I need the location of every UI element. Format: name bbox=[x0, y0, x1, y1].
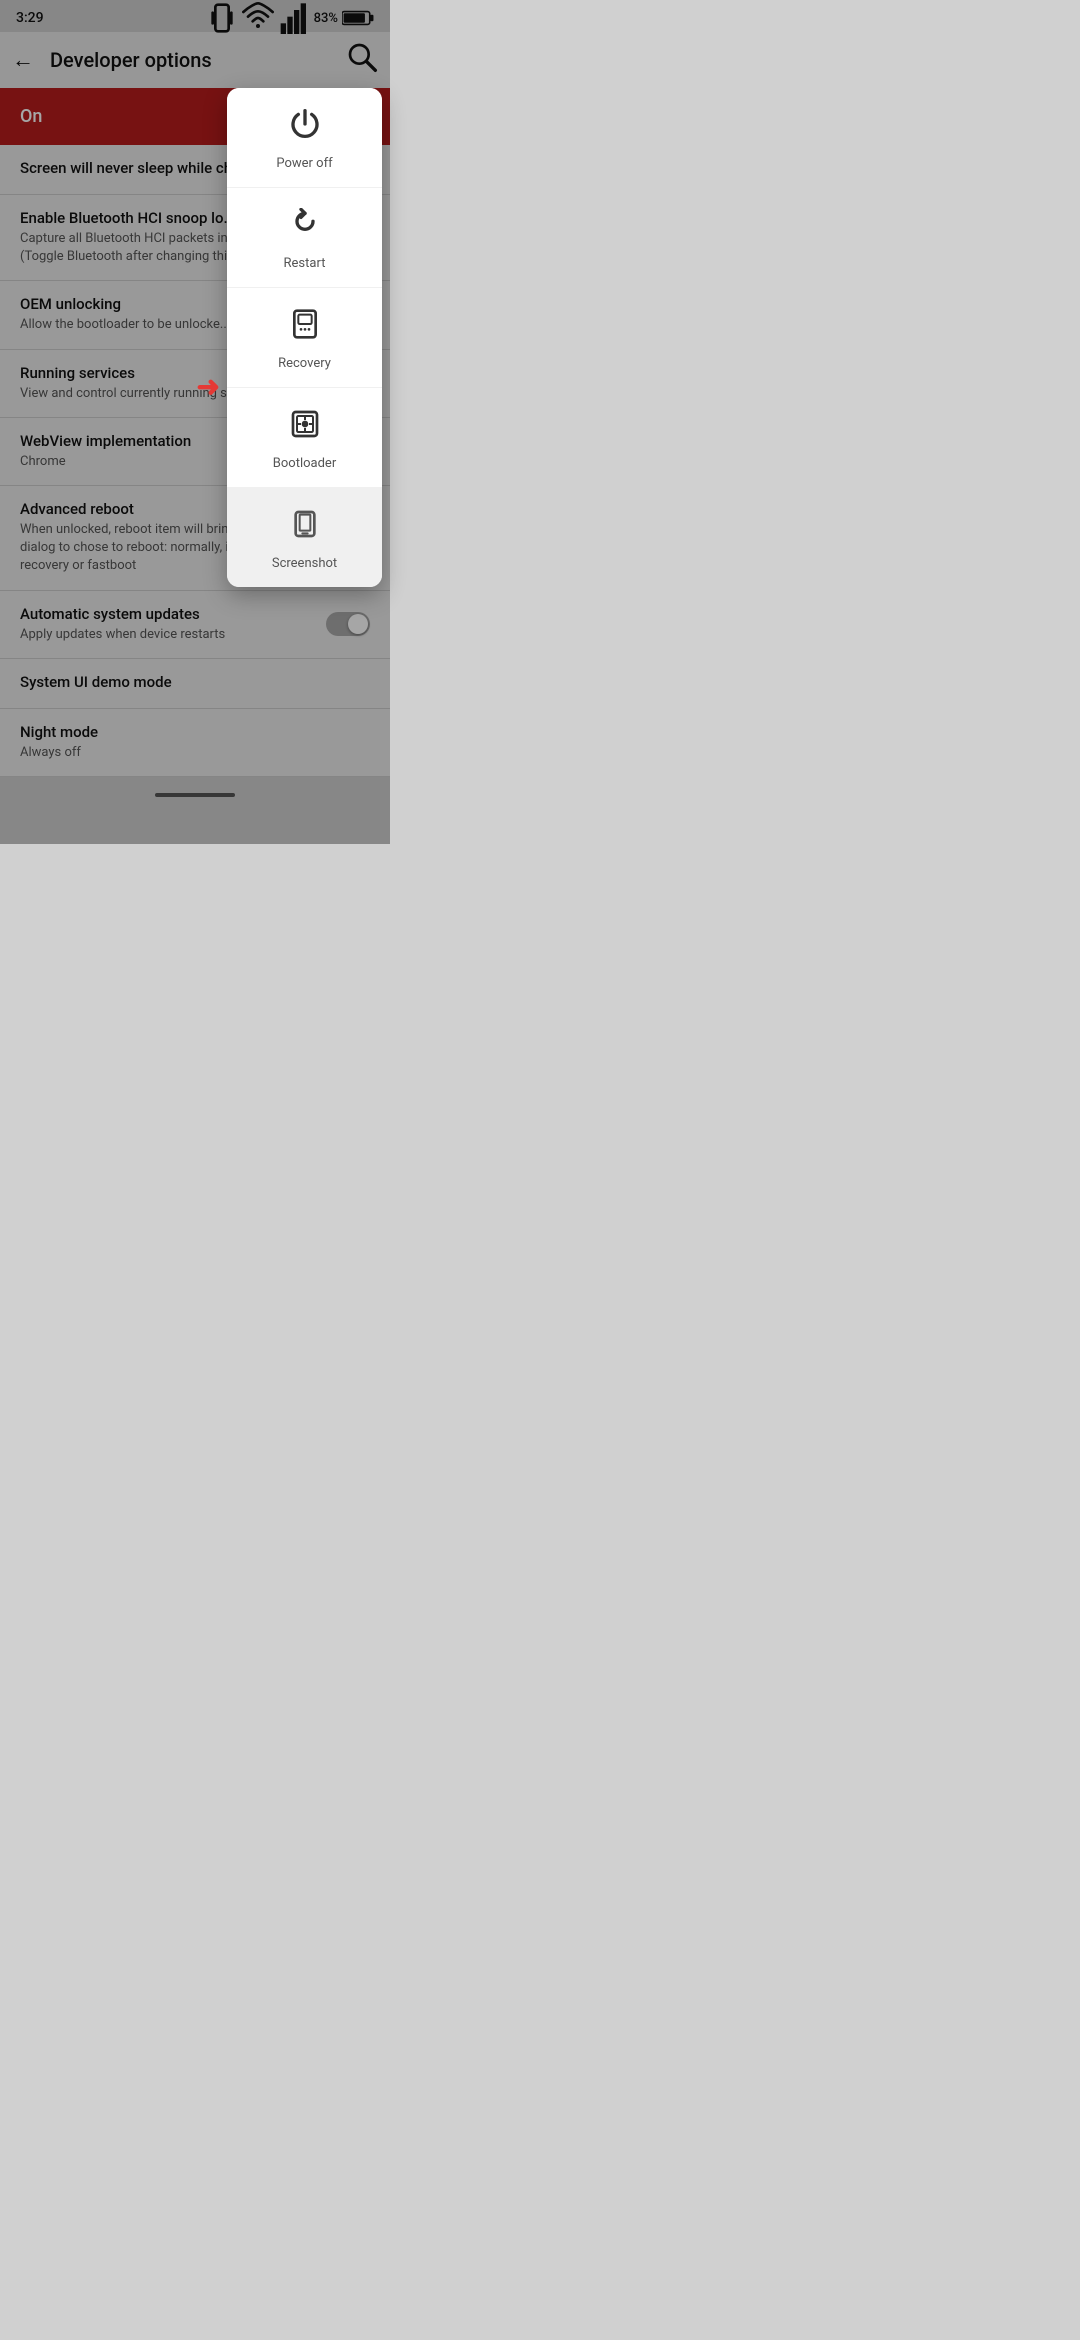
power-menu: Power off Restart Recovery bbox=[227, 88, 382, 587]
screenshot-button[interactable]: Screenshot bbox=[227, 488, 382, 587]
bootloader-arrow: ➜ bbox=[197, 370, 220, 403]
power-off-button[interactable]: Power off bbox=[227, 88, 382, 188]
bootloader-button[interactable]: Bootloader bbox=[227, 388, 382, 488]
recovery-button[interactable]: Recovery bbox=[227, 288, 382, 388]
bootloader-label: Bootloader bbox=[273, 456, 336, 471]
screenshot-icon bbox=[289, 508, 321, 548]
screenshot-label: Screenshot bbox=[272, 556, 337, 571]
bootloader-icon bbox=[289, 408, 321, 448]
recovery-icon bbox=[289, 308, 321, 348]
restart-icon bbox=[289, 208, 321, 248]
restart-button[interactable]: Restart bbox=[227, 188, 382, 288]
restart-label: Restart bbox=[284, 256, 326, 271]
power-off-icon bbox=[289, 108, 321, 148]
power-off-label: Power off bbox=[276, 156, 332, 171]
recovery-label: Recovery bbox=[278, 356, 331, 371]
